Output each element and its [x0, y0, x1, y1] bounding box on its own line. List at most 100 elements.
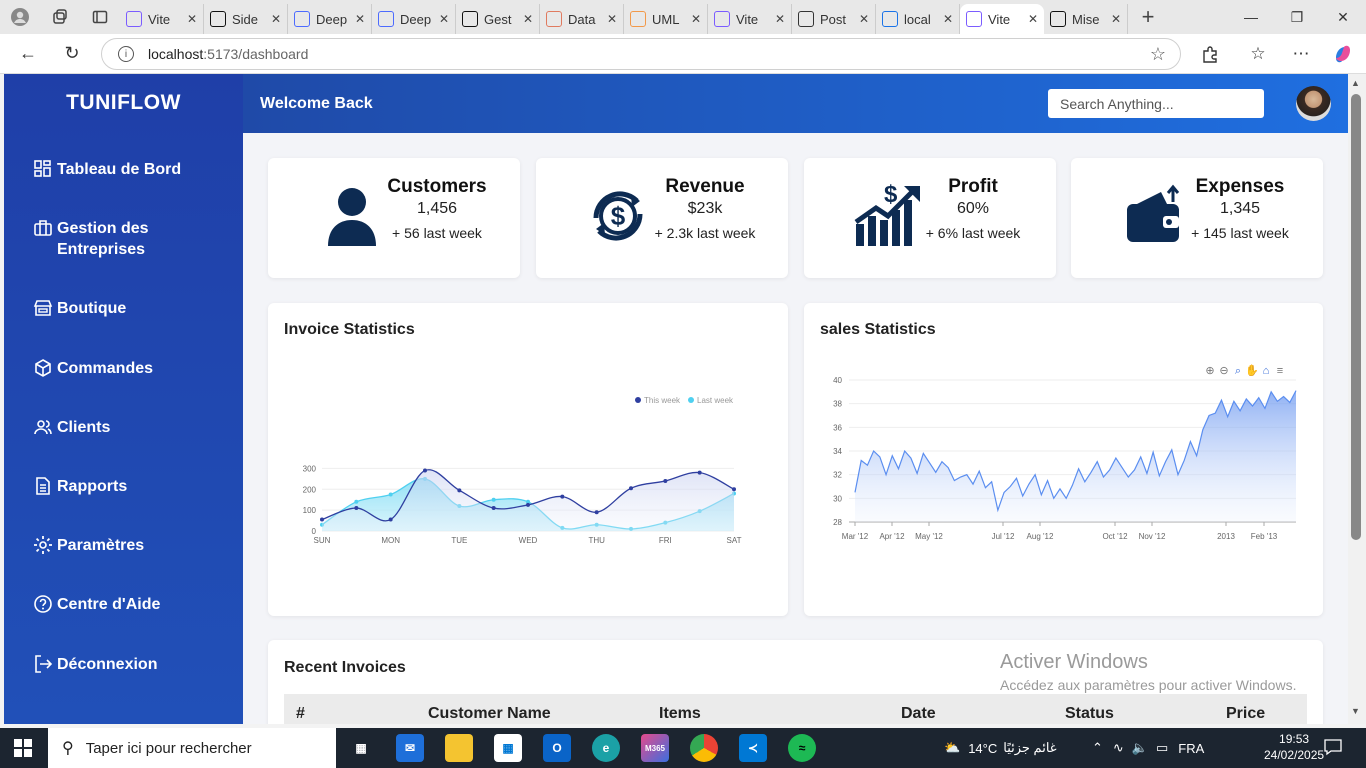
sidebar-item-déconnexion[interactable]: Déconnexion — [33, 654, 223, 675]
browser-tab[interactable]: UML ✕ — [624, 4, 708, 34]
sidebar-item-clients[interactable]: Clients — [33, 417, 223, 438]
scroll-up-icon[interactable]: ▲ — [1351, 78, 1360, 88]
browser-tab[interactable]: Deep ✕ — [372, 4, 456, 34]
data-point[interactable] — [354, 499, 359, 504]
weather-widget[interactable]: ⛅ 14°C غائم جزئيًا — [944, 728, 1057, 768]
browser-tab[interactable]: local ✕ — [876, 4, 960, 34]
site-info-icon[interactable]: i — [118, 46, 134, 62]
outlook-icon[interactable]: O — [543, 734, 571, 762]
data-point[interactable] — [388, 492, 393, 497]
close-window-button[interactable]: ✕ — [1320, 0, 1366, 34]
data-point[interactable] — [697, 470, 702, 475]
close-tab-icon[interactable]: ✕ — [859, 12, 869, 26]
sidebar-item-commandes[interactable]: Commandes — [33, 358, 223, 379]
data-point[interactable] — [526, 502, 530, 507]
sidebar-item-tableau-de-bord[interactable]: Tableau de Bord — [33, 159, 223, 180]
windows-start-icon[interactable] — [14, 739, 32, 762]
col-status: Status — [1065, 705, 1114, 722]
browser-tab[interactable]: Vite ✕ — [120, 4, 204, 34]
browser-tab[interactable]: Post ✕ — [792, 4, 876, 34]
data-point[interactable] — [491, 506, 496, 511]
pan-icon[interactable]: ✋ — [1245, 364, 1259, 377]
zoom-select-icon[interactable]: ⌕ — [1235, 365, 1241, 377]
task-view-icon[interactable]: ▦ — [347, 734, 375, 762]
browser-tab[interactable]: Gest ✕ — [456, 4, 540, 34]
more-menu-icon[interactable]: ⋯ — [1281, 34, 1321, 74]
close-tab-icon[interactable]: ✕ — [271, 12, 281, 26]
tray-icons[interactable]: ⌃ ∿ 🔈 ▭ FRA — [1092, 728, 1204, 768]
favorites-icon[interactable]: ☆ — [1238, 34, 1278, 74]
data-point[interactable] — [388, 517, 393, 522]
x-tick-label: FRI — [659, 536, 672, 545]
browser-tab[interactable]: Mise ✕ — [1044, 4, 1128, 34]
avatar[interactable] — [1296, 86, 1331, 121]
new-tab-button[interactable]: + — [1128, 0, 1168, 34]
data-point[interactable] — [629, 486, 633, 491]
taskbar-search[interactable]: ⚲ Taper ici pour rechercher — [48, 728, 336, 768]
chevron-up-icon[interactable]: ⌃ — [1092, 740, 1103, 756]
vscode-icon[interactable]: ≺ — [739, 734, 767, 762]
language-indicator[interactable]: FRA — [1178, 741, 1204, 756]
m365-icon[interactable]: M365 — [641, 734, 669, 762]
clock[interactable]: 19:53 24/02/2025 — [1264, 731, 1324, 763]
back-button[interactable]: ← — [6, 34, 50, 74]
url-field[interactable]: i localhost:5173/dashboard ☆ — [101, 38, 1181, 70]
sidebar-item-rapports[interactable]: Rapports — [33, 476, 223, 497]
minimize-button[interactable]: — — [1228, 0, 1274, 34]
workspaces-icon[interactable] — [40, 0, 80, 34]
data-point[interactable] — [491, 497, 496, 502]
scroll-down-icon[interactable]: ▼ — [1351, 706, 1360, 716]
data-point[interactable] — [423, 468, 427, 473]
restore-button[interactable]: ❐ — [1274, 0, 1320, 34]
home-icon[interactable]: ⌂ — [1263, 365, 1270, 377]
tab-actions-icon[interactable] — [80, 0, 120, 34]
menu-icon[interactable]: ≡ — [1277, 365, 1283, 377]
sidebar-item-boutique[interactable]: Boutique — [33, 298, 223, 319]
close-tab-icon[interactable]: ✕ — [607, 12, 617, 26]
store-icon[interactable]: ▦ — [494, 734, 522, 762]
sidebar-item-gestion-des-entreprises[interactable]: Gestion des Entreprises — [33, 218, 223, 260]
browser-tab[interactable]: Deep ✕ — [288, 4, 372, 34]
extensions-icon[interactable] — [1190, 34, 1230, 74]
file-explorer-icon[interactable] — [445, 734, 473, 762]
vertical-scrollbar[interactable]: ▲ ▼ — [1348, 74, 1366, 724]
volume-icon[interactable]: 🔈 — [1132, 740, 1148, 756]
close-tab-icon[interactable]: ✕ — [775, 12, 785, 26]
data-point[interactable] — [354, 506, 359, 511]
browser-tab[interactable]: Vite ✕ — [960, 4, 1044, 34]
mail-icon[interactable]: ✉ — [396, 734, 424, 762]
edge-icon[interactable]: e — [592, 734, 620, 762]
close-tab-icon[interactable]: ✕ — [439, 12, 449, 26]
data-point[interactable] — [663, 478, 668, 483]
profile-icon[interactable] — [0, 0, 40, 34]
close-tab-icon[interactable]: ✕ — [943, 12, 953, 26]
browser-tab[interactable]: Data ✕ — [540, 4, 624, 34]
sidebar-item-centre-d-aide[interactable]: Centre d'Aide — [33, 594, 223, 615]
browser-tab[interactable]: Vite ✕ — [708, 4, 792, 34]
battery-icon[interactable]: ▭ — [1156, 740, 1168, 756]
refresh-button[interactable]: ↻ — [50, 34, 94, 74]
browser-tab[interactable]: Side ✕ — [204, 4, 288, 34]
close-tab-icon[interactable]: ✕ — [355, 12, 365, 26]
chrome-icon[interactable] — [690, 734, 718, 762]
spotify-icon[interactable]: ≈ — [788, 734, 816, 762]
notifications-icon[interactable] — [1324, 738, 1342, 761]
scrollbar-thumb[interactable] — [1351, 94, 1361, 540]
sidebar-item-paramètres[interactable]: Paramètres — [33, 535, 223, 556]
close-tab-icon[interactable]: ✕ — [1028, 12, 1038, 26]
data-point[interactable] — [732, 487, 736, 492]
data-point[interactable] — [594, 510, 599, 515]
close-tab-icon[interactable]: ✕ — [1111, 12, 1121, 26]
close-tab-icon[interactable]: ✕ — [691, 12, 701, 26]
zoom-out-icon[interactable]: ⊖ — [1219, 365, 1228, 377]
copilot-icon[interactable] — [1323, 34, 1363, 74]
zoom-in-icon[interactable]: ⊕ — [1205, 365, 1214, 377]
data-point[interactable] — [320, 517, 324, 522]
favorite-star-icon[interactable]: ☆ — [1150, 44, 1166, 65]
close-tab-icon[interactable]: ✕ — [187, 12, 197, 26]
search-input[interactable] — [1048, 89, 1264, 118]
network-icon[interactable]: ∿ — [1113, 740, 1124, 756]
close-tab-icon[interactable]: ✕ — [523, 12, 533, 26]
data-point[interactable] — [560, 494, 565, 499]
data-point[interactable] — [457, 488, 462, 493]
